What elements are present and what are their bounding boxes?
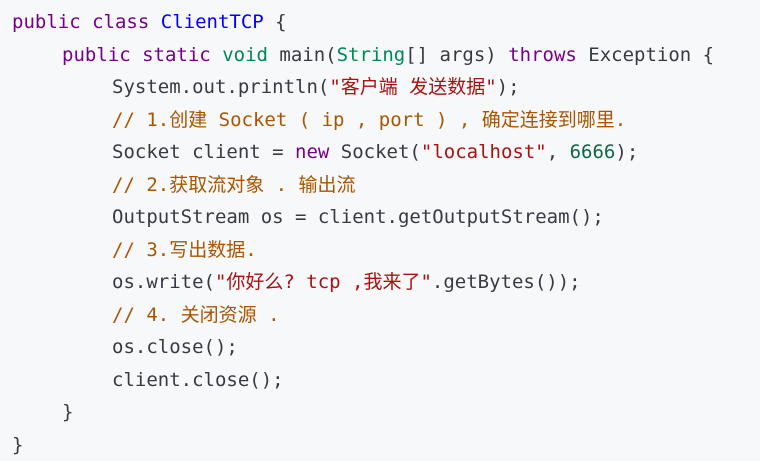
code-line: public static void main(String[] args) t…: [0, 39, 760, 72]
code-token: client.close();: [112, 369, 284, 391]
code-token: ClientTCP: [161, 11, 264, 33]
code-token: );: [497, 76, 520, 98]
code-token: void: [222, 44, 268, 66]
code-line: // 2.获取流对象 . 输出流: [0, 169, 760, 202]
code-token: "localhost": [421, 141, 547, 163]
code-token: // 2.获取流对象 . 输出流: [112, 174, 356, 196]
code-token: }: [12, 434, 23, 456]
code-token: Exception {: [577, 44, 714, 66]
code-token: // 1.创建 Socket ( ip , port ) , 确定连接到哪里.: [112, 109, 626, 131]
code-line: // 3.写出数据.: [0, 234, 760, 267]
code-line: os.write("你好么? tcp ,我来了".getBytes());: [0, 266, 760, 299]
code-token: // 4. 关闭资源 .: [112, 304, 280, 326]
code-token: // 3.写出数据.: [112, 239, 257, 261]
code-token: new: [295, 141, 329, 163]
code-token: 6666: [570, 141, 616, 163]
code-token: Socket client =: [112, 141, 295, 163]
code-token: String: [337, 44, 406, 66]
code-token: os.close();: [112, 336, 238, 358]
code-line: System.out.println("客户端 发送数据");: [0, 71, 760, 104]
code-token: {: [264, 11, 287, 33]
code-token: [149, 11, 160, 33]
code-token: );: [615, 141, 638, 163]
code-token: public: [62, 44, 131, 66]
code-token: [131, 44, 142, 66]
code-token: os.write(: [112, 271, 215, 293]
code-line: Socket client = new Socket("localhost", …: [0, 136, 760, 169]
code-block: public class ClientTCP {public static vo…: [0, 0, 760, 456]
code-token: .getBytes());: [432, 271, 581, 293]
code-token: "你好么? tcp ,我来了": [215, 271, 432, 293]
code-token: }: [62, 401, 73, 423]
code-line: public class ClientTCP {: [0, 6, 760, 39]
code-line: // 1.创建 Socket ( ip , port ) , 确定连接到哪里.: [0, 104, 760, 137]
code-token: static: [142, 44, 211, 66]
code-line: os.close();: [0, 331, 760, 364]
code-token: main(: [268, 44, 337, 66]
code-token: ,: [547, 141, 570, 163]
code-line: OutputStream os = client.getOutputStream…: [0, 201, 760, 234]
code-line: }: [0, 429, 760, 461]
code-token: class: [92, 11, 149, 33]
code-line: client.close();: [0, 364, 760, 397]
code-token: System.out.println(: [112, 76, 329, 98]
code-token: Socket(: [329, 141, 421, 163]
code-token: OutputStream os = client.getOutputStream…: [112, 206, 604, 228]
code-token: public: [12, 11, 81, 33]
code-token: [211, 44, 222, 66]
code-line: }: [0, 396, 760, 429]
code-line: // 4. 关闭资源 .: [0, 299, 760, 332]
code-token: "客户端 发送数据": [329, 76, 496, 98]
code-token: [] args): [405, 44, 508, 66]
code-token: throws: [508, 44, 577, 66]
code-token: [81, 11, 92, 33]
